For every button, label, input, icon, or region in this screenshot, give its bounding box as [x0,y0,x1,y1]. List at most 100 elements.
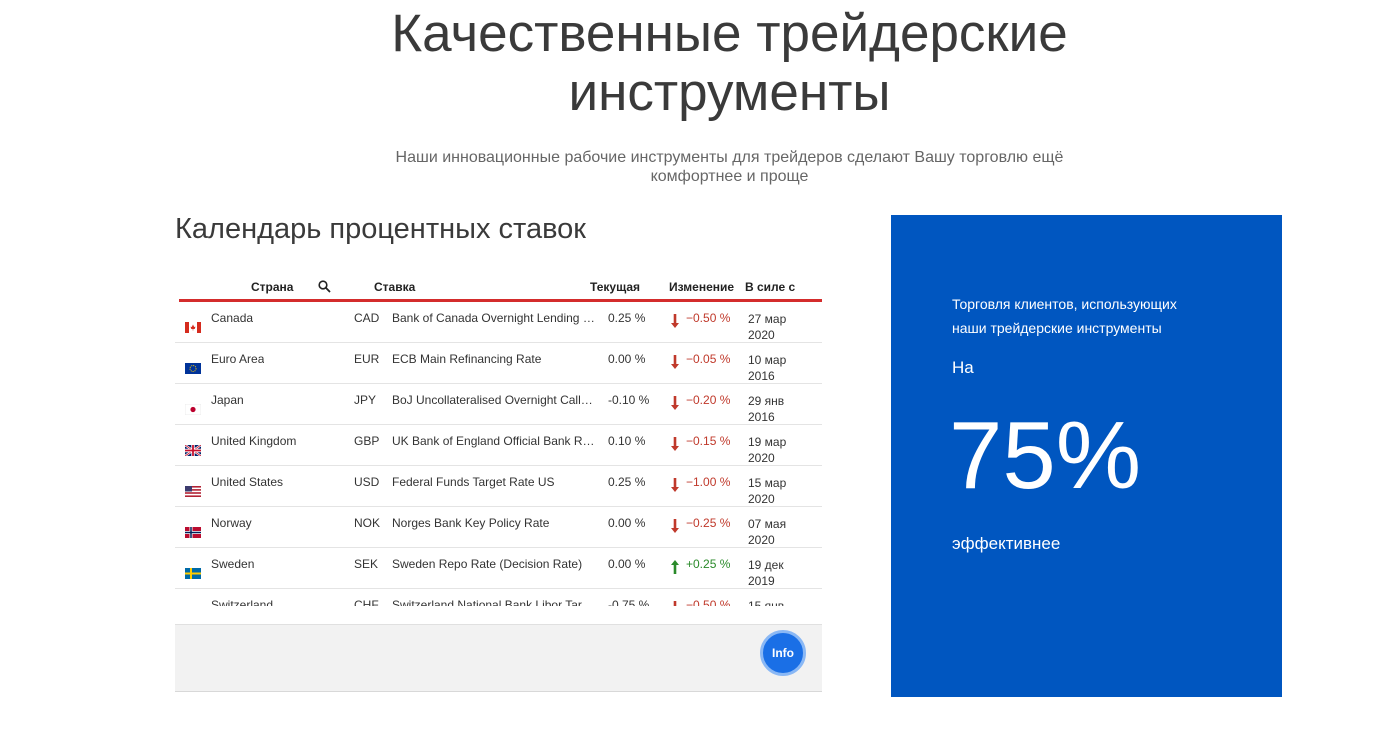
cell-currency-code: CHF [354,598,379,606]
cell-currency-code: NOK [354,516,381,530]
header-change[interactable]: Изменение [669,280,734,294]
cell-rate-name: UK Bank of England Official Bank Rate [392,434,595,448]
cell-currency-code: SEK [354,557,379,571]
cell-effective-date: 27 мар 2020 [748,311,786,343]
arrow-down-icon [673,601,677,606]
page-subtitle-line-2: комфортнее и проще [650,168,809,185]
cell-date-year: 2020 [748,492,775,506]
arrow-down-icon [671,396,679,410]
table-footer: Info [175,624,822,692]
cell-date-day-month: 15 мар [748,476,787,490]
cell-currency-code: USD [354,475,380,489]
table-row[interactable]: Sweden SEK Sweden Repo Rate (Decision Rate… [175,548,822,589]
cell-effective-date: 29 янв 2016 [748,393,784,425]
interest-rate-table[interactable]: Страна Ставка Текущая Изменение В силе с… [175,268,822,606]
cell-country: Canada [211,311,254,325]
cell-effective-date: 15 янв2015 [748,598,784,606]
cell-date-year: 2020 [748,451,775,465]
cell-country: Norway [211,516,252,530]
promo-panel: Торговля клиентов, использующих наши тре… [891,215,1282,697]
cell-country: Switzerland [211,598,274,606]
cell-current-rate: 0.00 % [608,557,646,571]
table-header: Страна Ставка Текущая Изменение В силе с [175,268,822,302]
cell-country: Sweden [211,557,255,571]
table-row[interactable]: Euro Area EUR ECB Main Refinancing Rate 0.0… [175,343,822,384]
cell-rate-name: BoJ Uncollateralised Overnight Call Rate [392,393,595,407]
table-row[interactable]: Norway NOK Norges Bank Key Policy Rate 0.00… [175,507,822,548]
cell-effective-date: 10 мар 2016 [748,352,786,384]
page-title: Качественные трейдерские инструменты [0,4,1389,122]
cell-current-rate: -0.75 % [608,598,650,606]
cell-current-rate: 0.25 % [608,311,646,325]
sweden-flag-icon [185,568,201,579]
cell-rate-name: ECB Main Refinancing Rate [392,352,542,366]
header-current[interactable]: Текущая [590,280,640,294]
norway-flag-icon [185,527,201,538]
promo-lead-line-2: наши трейдерские инструменты [952,320,1162,336]
info-button[interactable]: Info [760,630,806,676]
cell-currency-code: CAD [354,311,380,325]
arrow-down-icon [671,519,679,533]
page-subtitle-line-1: Наши инновационные рабочие инструменты д… [395,149,1064,166]
cell-change: −0.25 % [686,516,731,530]
cell-date-day-month: 10 мар [748,353,787,367]
cell-change: −0.15 % [686,434,731,448]
eu-flag-icon [185,363,201,374]
header-country[interactable]: Страна [251,280,293,294]
page-title-line-1: Качественные трейдерские [391,4,1068,63]
arrow-down-icon [671,314,679,328]
cell-rate-name: Bank of Canada Overnight Lending Rate [392,311,595,325]
japan-flag-icon [185,404,201,415]
cell-date-day-month: 19 мар [748,435,787,449]
cell-date-day-month: 19 дек [748,558,784,572]
cell-currency-code: GBP [354,434,380,448]
us-flag-icon [185,486,201,497]
uk-flag-icon [185,445,201,456]
cell-change: −0.50 % [686,598,731,606]
cell-currency-code: JPY [354,393,377,407]
promo-tail-label: эффективнее [952,534,1061,553]
cell-change: −0.50 % [686,311,731,325]
table-row[interactable]: Japan JPY BoJ Uncollateralised Overnight C… [175,384,822,425]
cell-country: Euro Area [211,352,265,366]
search-icon[interactable] [318,280,331,293]
cell-change: −1.00 % [686,475,731,489]
cell-currency-code: EUR [354,352,380,366]
cell-date-day-month: 07 мая [748,517,787,531]
table-body: Canada CAD Bank of Canada Overnight Lendin… [175,302,822,606]
header-since[interactable]: В силе с [745,280,795,294]
page-title-line-2: инструменты [568,63,891,122]
cell-rate-name: Switzerland National Bank Libor Target R… [392,598,595,606]
cell-rate-name: Norges Bank Key Policy Rate [392,516,550,530]
cell-date-year: 2019 [748,574,775,588]
cell-country: Japan [211,393,244,407]
cell-current-rate: 0.25 % [608,475,646,489]
promo-on-label: На [952,358,974,377]
cell-country: United States [211,475,284,489]
cell-rate-name: Federal Funds Target Rate US [392,475,555,489]
cell-date-year: 2020 [748,533,775,547]
cell-rate-name: Sweden Repo Rate (Decision Rate) [392,557,583,571]
cell-change: −0.05 % [686,352,731,366]
arrow-up-icon [671,560,679,574]
cell-date-day-month: 15 янв [748,599,785,606]
table-row[interactable]: United Kingdom GBP UK Bank of England Offi… [175,425,822,466]
cell-current-rate: 0.00 % [608,352,646,366]
cell-date-day-month: 27 мар [748,312,787,326]
cell-effective-date: 07 мая 2020 [748,516,786,548]
cell-date-year: 2020 [748,328,775,342]
table-row[interactable]: Canada CAD Bank of Canada Overnight Lendin… [175,302,822,343]
cell-date-day-month: 29 янв [748,394,785,408]
arrow-down-icon [671,355,679,369]
canada-flag-icon [185,322,201,333]
header-rate[interactable]: Ставка [374,280,415,294]
cell-current-rate: 0.00 % [608,516,646,530]
table-row[interactable]: United States USD Federal Funds Target Rat… [175,466,822,507]
page-subtitle: Наши инновационные рабочие инструменты д… [0,148,1389,186]
cell-change: +0.25 % [686,557,731,571]
table-row[interactable]: Switzerland CHF Switzerland National Bank … [175,589,822,606]
cell-effective-date: 19 дек 2019 [748,557,784,589]
promo-big-value: 75% [949,402,1142,509]
promo-lead: Торговля клиентов, использующих наши тре… [952,292,1177,340]
arrow-down-icon [671,478,679,492]
